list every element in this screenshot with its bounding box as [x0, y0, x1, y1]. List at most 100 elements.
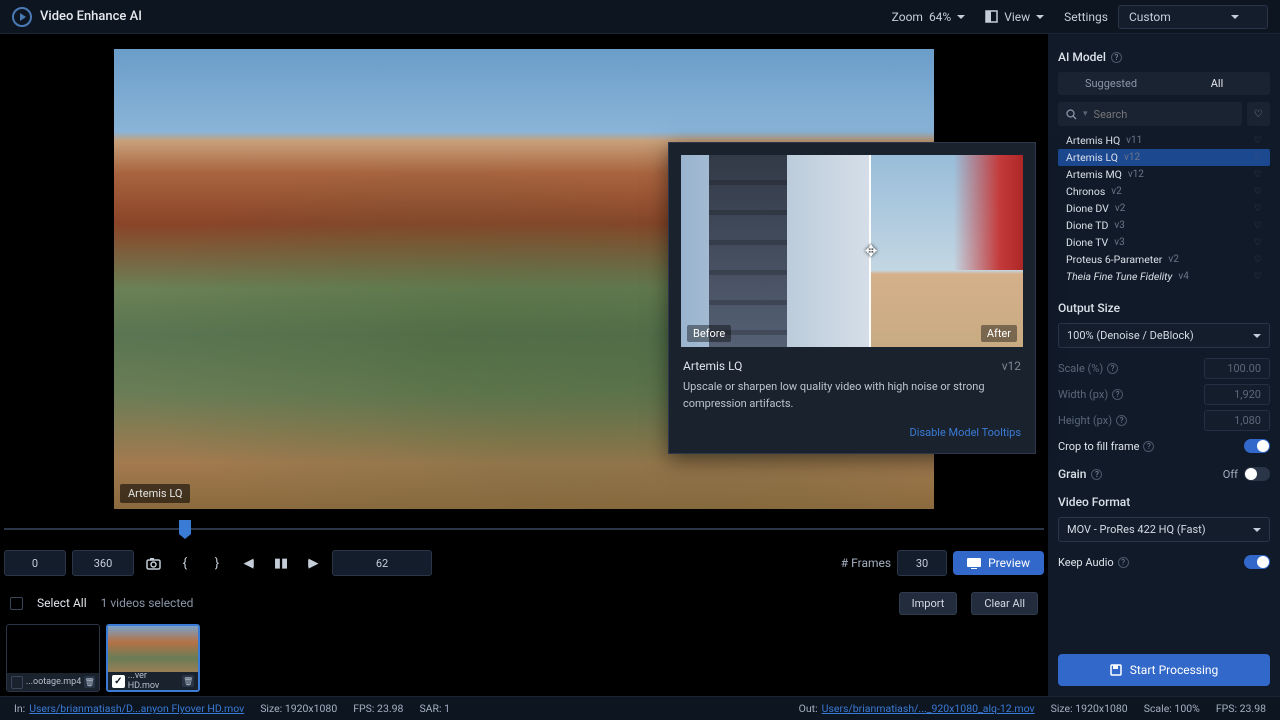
select-all-label[interactable]: Select All: [37, 596, 87, 610]
output-size-select[interactable]: 100% (Denoise / DeBlock): [1058, 323, 1270, 348]
delete-icon[interactable]: 🗑: [182, 675, 194, 687]
zoom-control[interactable]: Zoom 64%: [882, 6, 976, 28]
heart-icon[interactable]: ♡: [1254, 136, 1262, 146]
heart-icon[interactable]: ♡: [1254, 255, 1262, 265]
heart-icon[interactable]: ♡: [1254, 187, 1262, 197]
grain-section: Grain? Off: [1058, 467, 1270, 481]
heart-icon[interactable]: ♡: [1254, 204, 1262, 214]
disable-tooltips-link[interactable]: Disable Model Tooltips: [683, 426, 1021, 439]
app-logo: Video Enhance AI: [12, 7, 142, 27]
model-row[interactable]: Artemis LQv12♡: [1058, 149, 1270, 166]
in-fps: FPS: 23.98: [353, 702, 403, 715]
model-row[interactable]: Theia Fine Tune Fidelityv4♡: [1058, 268, 1270, 285]
in-label: In:: [14, 702, 25, 715]
thumbnail-checkbox[interactable]: [112, 675, 125, 688]
thumbnail-image: [7, 625, 99, 673]
out-label: Out:: [799, 702, 818, 715]
queue-thumbnail[interactable]: ...ver HD.mov🗑: [106, 624, 200, 692]
info-icon[interactable]: ?: [1116, 415, 1127, 426]
view-label: View: [1004, 10, 1030, 24]
step-forward-button[interactable]: |▶: [300, 550, 326, 576]
clear-all-button[interactable]: Clear All: [971, 592, 1038, 615]
info-icon[interactable]: ?: [1143, 441, 1154, 452]
delete-icon[interactable]: 🗑: [84, 676, 95, 688]
timeline-playhead[interactable]: [179, 520, 191, 534]
out-scale: Scale: 100%: [1144, 702, 1200, 715]
model-tabs: Suggested All: [1058, 72, 1270, 95]
model-row[interactable]: Dione TV v3 ♡: [1058, 234, 1270, 251]
import-button[interactable]: Import: [899, 592, 958, 615]
model-row[interactable]: Chronos v2 ♡: [1058, 183, 1270, 200]
queue-thumbnail[interactable]: ...ootage.mp4🗑: [6, 624, 100, 692]
video-format-select[interactable]: MOV - ProRes 422 HQ (Fast): [1058, 517, 1270, 542]
compare-view[interactable]: Before After ✥: [681, 155, 1023, 347]
heart-icon[interactable]: ♡: [1254, 153, 1262, 163]
info-icon[interactable]: ?: [1118, 557, 1129, 568]
mark-out-button[interactable]: }: [204, 550, 230, 576]
after-image: [869, 155, 1023, 347]
model-version: v3: [1114, 237, 1124, 248]
app-title: Video Enhance AI: [40, 9, 142, 24]
compare-slider[interactable]: ✥: [869, 155, 871, 347]
start-frame-field[interactable]: 0: [4, 550, 66, 576]
model-row[interactable]: Dione DVv2♡: [1058, 200, 1270, 217]
out-path[interactable]: Users/brianmatiash/..._920x1080_alq-12.m…: [822, 702, 1035, 715]
model-version: v3: [1114, 220, 1124, 231]
chevron-down-icon: [1036, 15, 1044, 19]
favorites-filter[interactable]: ♡: [1247, 102, 1270, 126]
model-row[interactable]: Proteus 6-Parameterv2♡: [1058, 251, 1270, 268]
search-icon: [1066, 109, 1077, 120]
heart-icon[interactable]: ♡: [1254, 170, 1262, 180]
start-processing-button[interactable]: Start Processing: [1058, 654, 1270, 686]
model-row[interactable]: Dione TDv3♡: [1058, 217, 1270, 234]
keep-audio-toggle[interactable]: [1244, 555, 1270, 569]
search-input[interactable]: [1094, 108, 1234, 121]
view-menu[interactable]: View: [975, 6, 1054, 28]
select-all-checkbox[interactable]: [10, 597, 23, 610]
model-row[interactable]: Artemis HQv11♡: [1058, 132, 1270, 149]
preset-select[interactable]: Custom: [1118, 5, 1268, 29]
info-icon[interactable]: ?: [1091, 469, 1102, 480]
in-path[interactable]: Users/brianmatiash/D...anyon Flyover HD.…: [29, 702, 244, 715]
model-badge: Artemis LQ: [120, 484, 190, 503]
current-frame-field[interactable]: 62: [332, 550, 432, 576]
pause-button[interactable]: ▮▮: [268, 550, 294, 576]
grain-toggle[interactable]: [1244, 467, 1270, 481]
heart-icon[interactable]: ♡: [1254, 272, 1262, 282]
selected-count: 1 videos selected: [101, 596, 194, 610]
chevron-down-icon: [1231, 15, 1239, 19]
preview-button[interactable]: Preview: [953, 551, 1044, 575]
timeline[interactable]: [4, 514, 1044, 540]
viewport[interactable]: Artemis LQ Before After ✥ Artemis LQ v12: [0, 34, 1048, 514]
model-search[interactable]: ▾: [1058, 102, 1242, 126]
heart-icon[interactable]: ♡: [1254, 221, 1262, 231]
info-icon[interactable]: ?: [1111, 52, 1122, 63]
heart-icon[interactable]: ♡: [1254, 238, 1262, 248]
chevron-down-icon: [1253, 528, 1261, 532]
model-tooltip-card: Before After ✥ Artemis LQ v12 Upscale or…: [668, 142, 1036, 454]
snapshot-button[interactable]: [140, 550, 166, 576]
tab-all[interactable]: All: [1164, 72, 1270, 95]
model-name: Artemis MQ: [1066, 168, 1122, 181]
view-icon: [985, 10, 998, 23]
model-version: v11: [1126, 135, 1142, 146]
crop-toggle[interactable]: [1244, 439, 1270, 453]
model-version: v2: [1111, 186, 1121, 197]
timeline-track: [4, 528, 1044, 530]
step-back-button[interactable]: ◀|: [236, 550, 262, 576]
model-row[interactable]: Artemis MQv12♡: [1058, 166, 1270, 183]
frames-count-field[interactable]: 30: [897, 550, 947, 576]
ai-model-title: AI Model ?: [1058, 50, 1270, 64]
tooltip-model-name: Artemis LQ: [683, 359, 742, 373]
model-name: Dione TV: [1066, 236, 1108, 249]
thumbnail-checkbox[interactable]: [11, 676, 23, 689]
model-version: v2: [1115, 203, 1125, 214]
info-icon[interactable]: ?: [1112, 389, 1123, 400]
tab-suggested[interactable]: Suggested: [1058, 72, 1164, 95]
model-name: Chronos: [1066, 185, 1105, 198]
settings-button[interactable]: Settings: [1054, 6, 1118, 28]
info-icon[interactable]: ?: [1107, 363, 1118, 374]
end-frame-field[interactable]: 360: [72, 550, 134, 576]
out-size: Size: 1920x1080: [1051, 702, 1128, 715]
mark-in-button[interactable]: {: [172, 550, 198, 576]
